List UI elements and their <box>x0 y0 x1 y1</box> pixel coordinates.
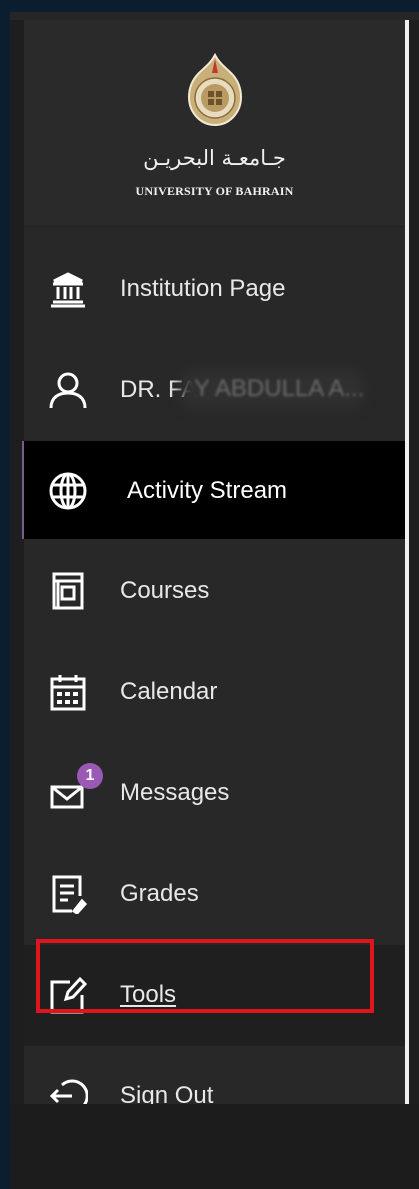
nav-item-courses[interactable]: Courses <box>24 541 405 642</box>
nav-item-institution[interactable]: Institution Page <box>24 239 405 340</box>
footer-strip <box>10 1104 419 1189</box>
nav-item-calendar[interactable]: Calendar <box>24 642 405 743</box>
nav-item-activity-stream[interactable]: Activity Stream <box>22 441 405 539</box>
courses-icon <box>52 572 84 610</box>
app-window: جـامعـة البحريـن UNIVERSITY OF BAHRAIN I… <box>0 0 419 1189</box>
english-university-name: UNIVERSITY OF BAHRAIN <box>135 184 294 198</box>
institution-icon <box>51 272 85 308</box>
nav-item-profile[interactable]: DR. FA Y ABDULLA A... <box>24 340 405 441</box>
calendar-icon <box>50 675 86 711</box>
nav-label-messages: Messages <box>120 779 230 806</box>
arabic-university-name: جـامعـة البحريـن <box>143 146 286 170</box>
nav-label-institution: Institution Page <box>120 275 286 302</box>
nav-label-calendar: Calendar <box>120 678 218 705</box>
main-panel: جـامعـة البحريـن UNIVERSITY OF BAHRAIN I… <box>10 12 419 1189</box>
nav-label-activity-stream: Activity Stream <box>127 477 288 504</box>
grades-icon <box>52 875 88 914</box>
tools-highlight-box <box>36 939 374 1013</box>
user-icon <box>49 372 87 409</box>
globe-icon <box>49 472 87 510</box>
sidebar: جـامعـة البحريـن UNIVERSITY OF BAHRAIN I… <box>22 20 405 1113</box>
nav-label-grades: Grades <box>120 880 199 907</box>
top-band <box>10 12 419 20</box>
redacted-name-text: Y ABDULLA A... <box>194 375 365 402</box>
nav-item-grades[interactable]: Grades <box>24 844 405 945</box>
university-seal-icon <box>187 53 243 127</box>
sidebar-divider <box>405 20 409 1104</box>
university-logo-area[interactable]: جـامعـة البحريـن UNIVERSITY OF BAHRAIN <box>24 20 405 227</box>
nav-label-courses: Courses <box>120 577 210 604</box>
nav-item-messages[interactable]: 1 Messages <box>24 743 405 844</box>
messages-unread-badge: 1 <box>77 763 103 789</box>
